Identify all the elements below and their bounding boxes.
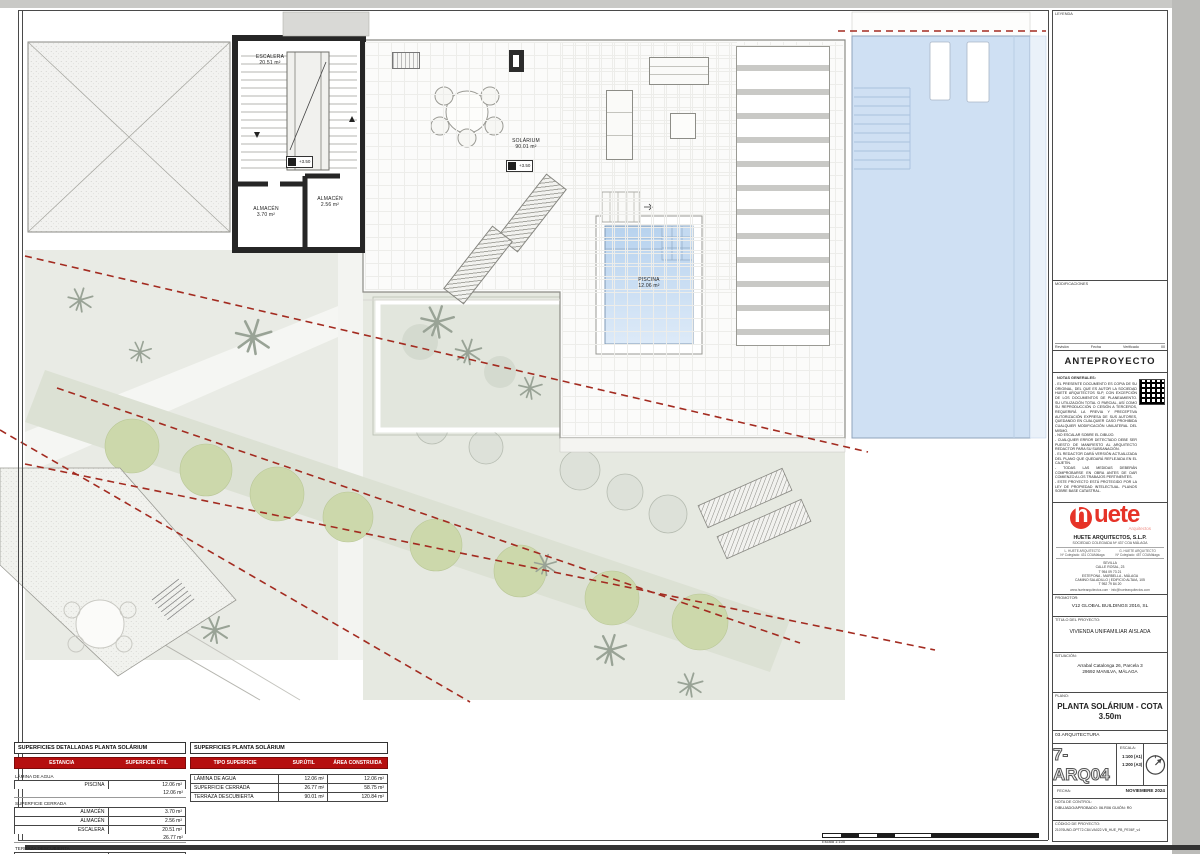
sheet-title-panel: PLANO: PLANTA SOLÁRIUM - COTA 3.50m xyxy=(1053,693,1167,731)
promotor-panel: PROMOTOR: V12 GLOBAL BUILDINGS 2016, SL xyxy=(1053,595,1167,617)
group-subtotal: 12.06 m² xyxy=(14,789,186,798)
project-title-panel: TÍTULO DEL PROYECTO: VIVIENDA UNIFAMILIA… xyxy=(1053,617,1167,653)
table-header: ESTANCIA SUPERFICIE ÚTIL xyxy=(14,757,186,769)
level-marker-stair: +3.50 xyxy=(286,156,313,168)
group-label: LÁMINA DE AGUA xyxy=(15,774,186,779)
table-row: ALMACÉN 2.56 m² xyxy=(14,816,186,825)
label-almacen-b: ALMACÉN 2.56 m² xyxy=(306,196,354,209)
revisions-panel: MODIFICACIONES Revisión Fecha Verificado… xyxy=(1053,281,1167,351)
table-superficies-detalladas: SUPERFICIES DETALLADAS PLANTA SOLÁRIUM E… xyxy=(14,742,186,854)
partners: L. HUETE ARQUITECTO Nº Colegiado: 431 CO… xyxy=(1056,547,1164,559)
legend-panel: LEYENDA xyxy=(1053,11,1167,281)
firm-registration: SOCIEDAD COLEGIADA Nº 437 COA MÁLAGA xyxy=(1053,541,1167,545)
qr-code xyxy=(1139,379,1165,405)
frame-line xyxy=(18,10,1048,11)
control-panel: NOTA DE CONTROL: DIBUJADO/APROBADO: 06.R… xyxy=(1053,799,1167,821)
label-escalera: ESCALERA 20.51 m² xyxy=(242,54,298,67)
office-estepona: ESTEPONA - MARBELLA - MÁLAGA CAMINO SALA… xyxy=(1053,574,1167,587)
label-solarium: SOLÁRIUM 90.01 m² xyxy=(496,138,556,151)
discipline-panel: 03.ARQUITECTURA xyxy=(1053,731,1167,744)
firm-panel: h uete Arquitectos HUETE ARQUITECTOS, S.… xyxy=(1053,503,1167,595)
table-row: SUPERFICIE CERRADA 26.77 m² 58.75 m² xyxy=(190,784,388,793)
title-block: LEYENDA MODIFICACIONES Revisión Fecha Ve… xyxy=(1052,10,1168,842)
date-panel: FECHA: NOVIEMBRE 2024 xyxy=(1053,786,1167,799)
sheet-top-margin xyxy=(0,0,1200,8)
office-sevilla: SEVILLA CALLE ROSAL, 23 T 954 09 73 21 xyxy=(1053,561,1167,574)
sheet-number-panel: 7-ARQ04 ESCALA: 1:100 (A1) 1:200 (A3) xyxy=(1053,744,1167,786)
north-arrow-icon xyxy=(1144,744,1167,785)
panel-label: MODIFICACIONES xyxy=(1053,281,1167,287)
table-title: SUPERFICIES DETALLADAS PLANTA SOLÁRIUM xyxy=(14,742,186,754)
project-title: VIVIENDA UNIFAMILIAR AISLADA xyxy=(1053,629,1167,635)
table-row: TERRAZA DESCUBIERTA 90.01 m² 120.84 m² xyxy=(190,793,388,802)
room-area: 20.51 m² xyxy=(259,60,280,66)
table-title: SUPERFICIES PLANTA SOLÁRIUM xyxy=(190,742,388,754)
boundary-lines xyxy=(0,0,1200,854)
stamp-anteproyecto: ANTEPROYECTO xyxy=(1053,351,1167,373)
location-value: Arrabal Catalonga 26, Parcela 3 29692 MA… xyxy=(1053,663,1167,676)
promotor-value: V12 GLOBAL BUILDINGS 2016, SL xyxy=(1053,604,1167,609)
table-row: ESCALERA 20.51 m² xyxy=(14,825,186,834)
level-marker-solarium: +3.50 xyxy=(506,160,533,172)
frame-bottom-band xyxy=(25,845,1200,850)
project-code-panel: CÓDIGO DE PROYECTO: 21076UND.OPT72.C84.V… xyxy=(1053,821,1167,841)
panel-label: LEYENDA xyxy=(1053,11,1167,17)
scale-label: Escala 1:100 xyxy=(822,839,845,844)
project-code: 21076UND.OPT72.C84.VA022.VB_HUE_PB_PE06F… xyxy=(1053,827,1167,833)
sheet-right-margin xyxy=(1172,0,1200,854)
firm-web: www.huetearquitectos.com · info@huetearq… xyxy=(1053,588,1167,592)
sheet-number: 7-ARQ04 xyxy=(1053,744,1117,785)
general-notes: NOTAS GENERALES: - EL PRESENTE DOCUMENTO… xyxy=(1053,373,1167,503)
graphic-scale-bar xyxy=(822,833,1039,838)
frame-line xyxy=(18,10,19,840)
sheet-title: PLANTA SOLÁRIUM - COTA 3.50m xyxy=(1053,702,1167,721)
table-header: TIPO SUPERFICIE SUP.ÚTIL ÁREA CONSTRUIDA xyxy=(190,757,388,769)
group-label: TERRAZA DESCUBIERTA xyxy=(15,846,186,851)
notes-text: - EL PRESENTE DOCUMENTO ES COPIA DE SU O… xyxy=(1055,382,1137,494)
drawing-sheet: ESCALERA 20.51 m² +3.50 ALMACÉN 3.70 m² … xyxy=(0,0,1200,854)
date-value: NOVIEMBRE 2024 xyxy=(1126,788,1165,796)
group-label: SUPERFICIE CERRADA xyxy=(15,801,186,806)
group-subtotal: 26.77 m² xyxy=(14,834,186,843)
frame-line xyxy=(1048,10,1049,840)
huete-logo: h uete Arquitectos xyxy=(1067,505,1153,531)
table-row: PISCINA 12.06 m² xyxy=(14,780,186,789)
label-piscina: PISCINA 12.06 m² xyxy=(622,277,676,290)
table-row: ALMACÉN 3.70 m² xyxy=(14,807,186,816)
label-almacen-a: ALMACÉN 3.70 m² xyxy=(242,206,290,219)
scale-box: ESCALA: 1:100 (A1) 1:200 (A3) xyxy=(1117,744,1144,785)
frame-line xyxy=(22,10,23,840)
location-panel: SITUACIÓN: Arrabal Catalonga 26, Parcela… xyxy=(1053,653,1167,693)
table-superficies-resumen: SUPERFICIES PLANTA SOLÁRIUM TIPO SUPERFI… xyxy=(190,742,388,802)
table-row: LÁMINA DE AGUA 12.06 m² 12.06 m² xyxy=(190,774,388,784)
